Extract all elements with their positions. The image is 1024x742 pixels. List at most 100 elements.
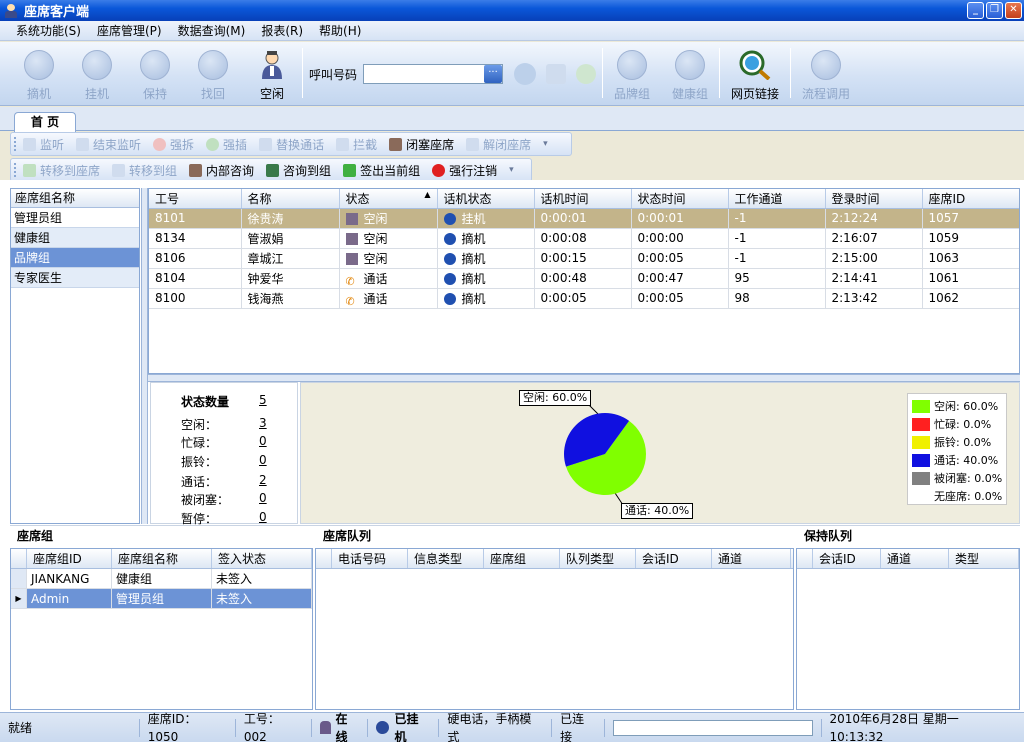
agent-name-cell: 章城江 [241, 248, 340, 269]
unblock-seat-button[interactable]: 解闭座席 [466, 136, 531, 153]
legend-item: 通话: 40.0% [912, 452, 998, 468]
health-group-button[interactable]: 健康组 [661, 42, 719, 104]
column-header[interactable]: 队列类型 [560, 549, 636, 568]
group-item[interactable]: 品牌组 [11, 248, 139, 268]
overflow-arrow-icon[interactable]: ▾ [543, 139, 548, 149]
monitor-button[interactable]: 监听 [23, 136, 64, 153]
internal-consult-button[interactable]: 内部咨询 [189, 162, 254, 179]
dial-icon[interactable] [514, 63, 537, 85]
stats-value[interactable]: 0 [259, 510, 267, 524]
stats-total[interactable]: 5 [259, 393, 267, 407]
group-id-cell: JIANKANG [27, 569, 112, 588]
force-logout-button[interactable]: 强行注销 [432, 162, 497, 179]
agent-login-cell: 2:14:41 [825, 268, 923, 289]
answer-button[interactable]: 摘机 [10, 42, 68, 104]
column-header[interactable]: 登录时间 [825, 189, 923, 209]
refresh-icon[interactable] [576, 64, 597, 84]
column-header[interactable]: 会话ID [813, 549, 881, 568]
column-header[interactable]: 电话号码 [332, 549, 408, 568]
close-button[interactable]: ✕ [1005, 2, 1022, 19]
column-header[interactable]: 信息类型 [408, 549, 484, 568]
agent-login-cell: 2:13:42 [825, 288, 923, 309]
call-picker-button[interactable]: ··· [484, 65, 503, 83]
group-item[interactable]: 专家医生 [11, 268, 139, 288]
column-header[interactable]: 工作通道 [728, 189, 826, 209]
group-item[interactable]: 健康组 [11, 228, 139, 248]
agent-id-cell: 8106 [149, 248, 242, 269]
column-header[interactable]: 座席ID [922, 189, 1019, 209]
group-list: 座席组名称 管理员组 健康组 品牌组 专家医生 [10, 188, 140, 524]
menu-help[interactable]: 帮助(H) [319, 22, 361, 39]
column-header[interactable]: 名称 [241, 189, 340, 209]
stats-label: 忙碌： [181, 436, 218, 450]
legend-item: 被闭塞: 0.0% [912, 470, 1002, 486]
stats-value[interactable]: 2 [259, 473, 267, 487]
column-header[interactable]: 工号 [149, 189, 242, 209]
brand-group-button[interactable]: 品牌组 [603, 42, 661, 104]
minimize-button[interactable]: _ [967, 2, 984, 19]
column-header[interactable]: 通道 [881, 549, 949, 568]
barge-in-button[interactable]: 强插 [206, 136, 247, 153]
table-row[interactable]: JIANKANG 健康组 未签入 [11, 569, 312, 589]
column-header[interactable]: 状态 ▲ [339, 189, 438, 209]
column-header[interactable]: 座席组名称 [112, 549, 212, 568]
call-number-input[interactable] [363, 64, 504, 84]
column-header[interactable]: 类型 [949, 549, 1019, 568]
column-header[interactable]: 座席组 [484, 549, 560, 568]
agent-seat-cell: 1062 [922, 288, 1019, 309]
group-item[interactable]: 管理员组 [11, 208, 139, 228]
table-row[interactable]: 8104 钟爱华 ✆ 通话 摘机 0:00:48 0:00:47 95 2:14:41 1061 [149, 268, 1019, 289]
transfer-to-group-button[interactable]: 转移到组 [112, 162, 177, 179]
column-header[interactable]: 签入状态 [212, 549, 312, 568]
column-header[interactable]: 座席组ID [27, 549, 112, 568]
menu-report[interactable]: 报表(R) [261, 22, 303, 39]
transfer-to-seat-button[interactable]: 转移到座席 [23, 162, 100, 179]
table-row[interactable]: 8101 徐贵涛 空闲 挂机 0:00:01 0:00:01 -1 2:12:24 1057 [149, 208, 1019, 229]
column-header[interactable]: 会话ID [636, 549, 712, 568]
vertical-splitter[interactable] [141, 188, 148, 524]
stats-value[interactable]: 0 [259, 453, 267, 467]
agent-stime-cell: 0:00:00 [631, 228, 729, 249]
section-title-queue: 座席队列 [323, 529, 372, 543]
replace-call-button[interactable]: 替换通话 [259, 136, 324, 153]
column-header[interactable]: 通道 [712, 549, 791, 568]
block-seat-button[interactable]: 闭塞座席 [389, 136, 454, 153]
menu-system[interactable]: 系统功能(S) [16, 22, 81, 39]
hangup-icon [82, 50, 112, 80]
sign-out-group-button[interactable]: 签出当前组 [343, 162, 420, 179]
web-link-button[interactable]: 网页链接 [720, 42, 790, 104]
agent-icon [319, 721, 331, 734]
transfer-icon[interactable] [546, 64, 567, 84]
tab-home[interactable]: 首 页 [14, 112, 76, 132]
stop-monitor-button[interactable]: 结束监听 [76, 136, 141, 153]
menu-query[interactable]: 数据查询(M) [178, 22, 246, 39]
retrieve-button[interactable]: 找回 [184, 42, 242, 104]
stats-value[interactable]: 3 [259, 416, 267, 430]
flow-call-button[interactable]: 流程调用 [791, 42, 861, 104]
column-header[interactable]: 话机状态 [437, 189, 535, 209]
phone-status-icon [443, 292, 456, 305]
force-release-button[interactable]: 强拆 [153, 136, 194, 153]
stats-value[interactable]: 0 [259, 434, 267, 448]
force-logout-label: 强行注销 [449, 163, 498, 178]
horizontal-splitter[interactable] [148, 374, 1020, 382]
consult-to-group-button[interactable]: 咨询到组 [266, 162, 331, 179]
table-row[interactable]: ▶ Admin 管理员组 未签入 [11, 589, 312, 609]
table-row[interactable]: 8134 管淑娟 空闲 摘机 0:00:08 0:00:00 -1 2:16:07 1059 [149, 228, 1019, 249]
overflow-arrow-icon[interactable]: ▾ [509, 165, 514, 175]
menu-seat[interactable]: 座席管理(P) [97, 22, 162, 39]
transfer-to-group-label: 转移到组 [129, 163, 178, 178]
intercept-button[interactable]: 拦截 [336, 136, 377, 153]
column-header[interactable]: 话机时间 [534, 189, 632, 209]
maximize-button[interactable]: ❐ [986, 2, 1003, 19]
status-bar: 就绪 座席ID：1050 工号：002 在线 已挂机 硬电话，手柄模式 已连接 … [0, 712, 1024, 742]
stats-value[interactable]: 0 [259, 491, 267, 505]
table-row[interactable]: 8100 钱海燕 ✆ 通话 摘机 0:00:05 0:00:05 98 2:13:42 1062 [149, 288, 1019, 309]
table-row[interactable]: 8106 章城江 空闲 摘机 0:00:15 0:00:05 -1 2:15:00 1063 [149, 248, 1019, 269]
hold-button[interactable]: 保持 [126, 42, 184, 104]
phone-icon [24, 50, 54, 80]
agent-ptime-cell: 0:00:15 [534, 248, 632, 269]
column-header[interactable]: 状态时间 [631, 189, 729, 209]
hangup-button[interactable]: 挂机 [68, 42, 126, 104]
status-dropdown[interactable]: 空闲 [242, 42, 302, 104]
